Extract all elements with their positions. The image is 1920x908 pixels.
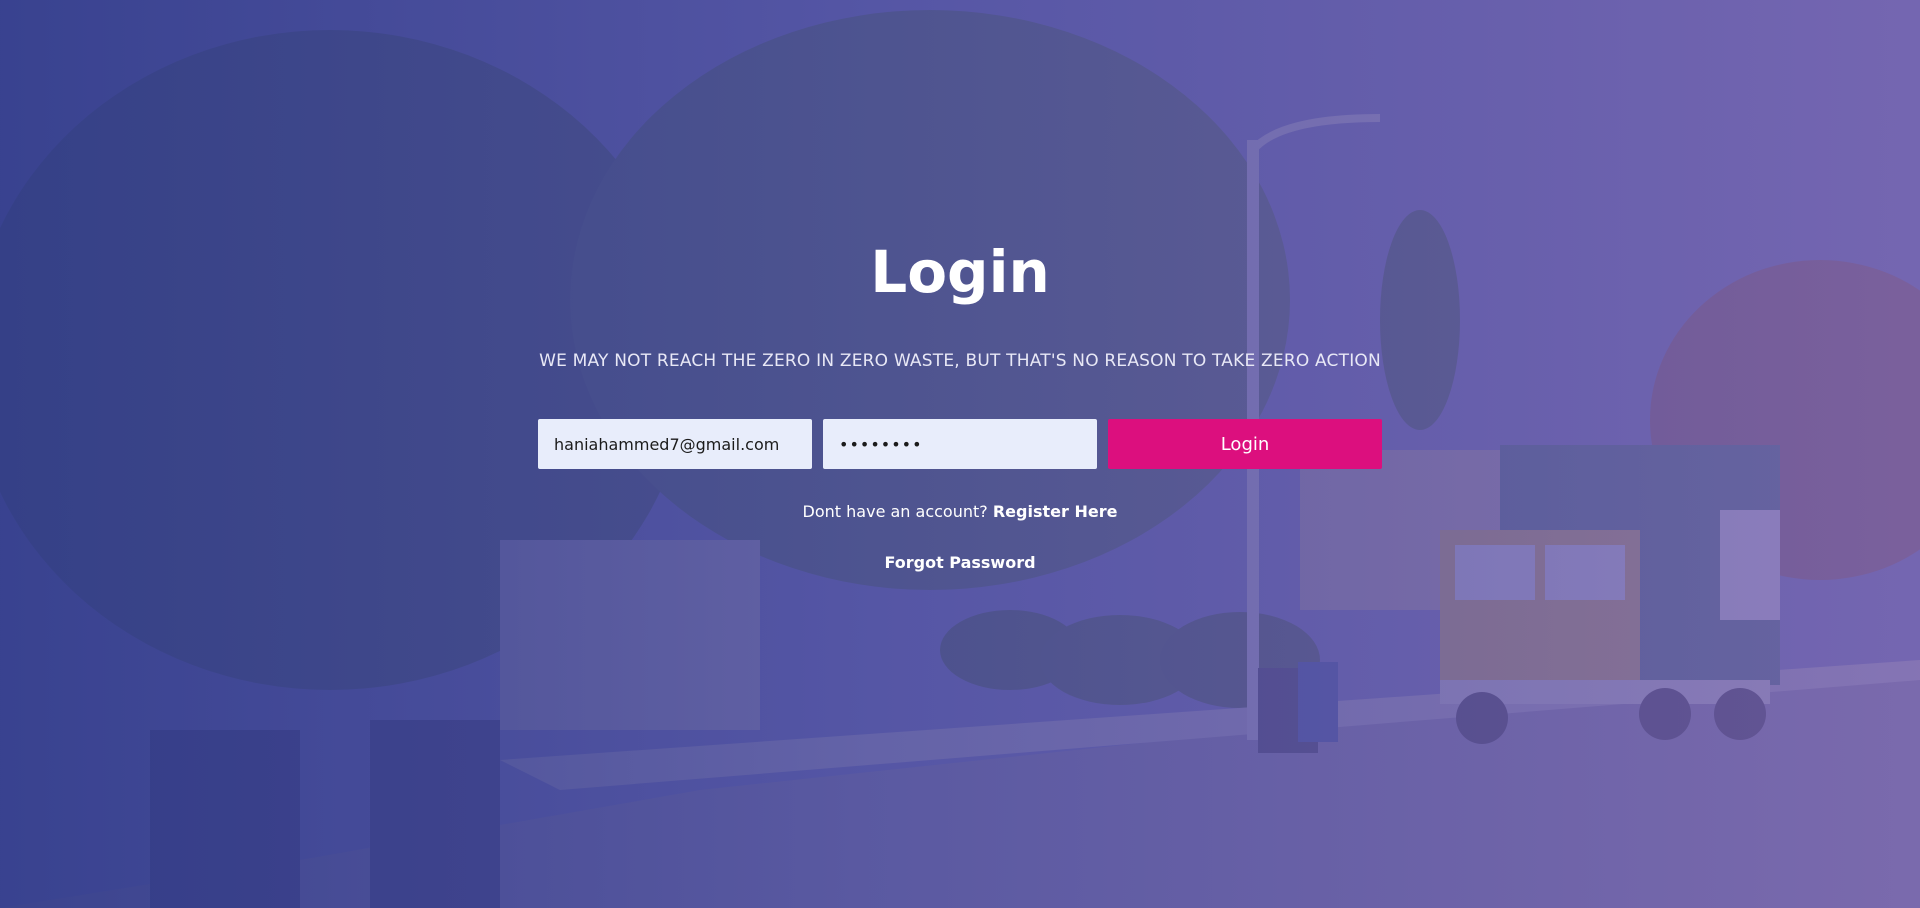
forgot-password-link[interactable]: Forgot Password (884, 553, 1035, 572)
forgot-password-row: Forgot Password (0, 551, 1920, 575)
tagline: WE MAY NOT REACH THE ZERO IN ZERO WASTE,… (539, 351, 1381, 371)
login-form: Login (538, 419, 1382, 469)
register-prompt-line: Dont have an account? Register Here (0, 500, 1920, 524)
login-content: Login WE MAY NOT REACH THE ZERO IN ZERO … (0, 0, 1920, 908)
login-button[interactable]: Login (1108, 419, 1382, 469)
register-link[interactable]: Register Here (993, 502, 1118, 521)
login-page: Login WE MAY NOT REACH THE ZERO IN ZERO … (0, 0, 1920, 908)
page-title: Login (870, 238, 1050, 306)
password-input[interactable] (823, 419, 1097, 469)
register-prompt-text: Dont have an account? (802, 502, 993, 521)
email-input[interactable] (538, 419, 812, 469)
